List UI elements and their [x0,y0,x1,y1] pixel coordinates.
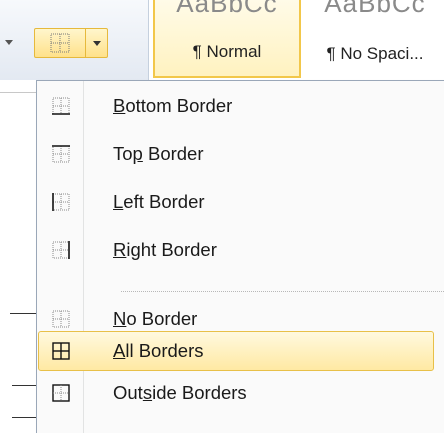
menu-item-label: Top Border [113,143,204,164]
menu-item[interactable]: Top Border [39,132,444,176]
menu-item-label: Left Border [113,191,205,212]
borders-grid-icon [50,33,70,53]
chevron-down-icon [93,40,101,46]
top-border-icon [41,132,81,176]
ruler-divider [0,92,36,93]
menu-item-label: No Border [113,308,198,329]
menu-item[interactable]: All Borders [38,331,434,371]
borders-button[interactable] [35,29,86,57]
all-borders-icon [41,329,81,373]
menu-item[interactable]: Left Border [39,180,444,224]
borders-dropdown-button[interactable] [86,29,108,57]
menu-item-label: Outside Borders [113,382,247,403]
table-line [12,417,36,418]
table-line [10,313,36,314]
style-normal[interactable]: AaBbCc ¶ Normal [153,0,301,78]
menu-separator [121,291,444,293]
dropdown-arrow-icon[interactable] [5,40,13,45]
menu-item[interactable]: Right Border [39,228,444,272]
styles-gallery: AaBbCc ¶ Normal AaBbCc ¶ No Spaci... [148,0,444,80]
outside-borders-icon [41,371,81,415]
style-label: ¶ No Spaci... [326,44,424,63]
borders-menu: Bottom Border Top Border Left Border Right … [36,80,444,433]
menu-item[interactable]: Outside Borders [39,371,444,415]
style-preview: AaBbCc [324,0,426,18]
right-border-icon [41,228,81,272]
document-margin [0,80,36,433]
left-border-icon [41,180,81,224]
style-no-spacing[interactable]: AaBbCc ¶ No Spaci... [305,0,444,78]
ribbon: AaBbCc ¶ Normal AaBbCc ¶ No Spaci... [0,0,444,81]
menu-item[interactable]: Bottom Border [39,84,444,128]
style-preview: AaBbCc [176,0,278,18]
menu-item-label: Bottom Border [113,95,233,116]
borders-split-button[interactable] [34,28,108,58]
style-label: ¶ Normal [192,42,262,61]
menu-item-label: Right Border [113,239,217,260]
menu-item-label: All Borders [113,340,204,361]
table-line [12,385,36,386]
bottom-border-icon [41,84,81,128]
